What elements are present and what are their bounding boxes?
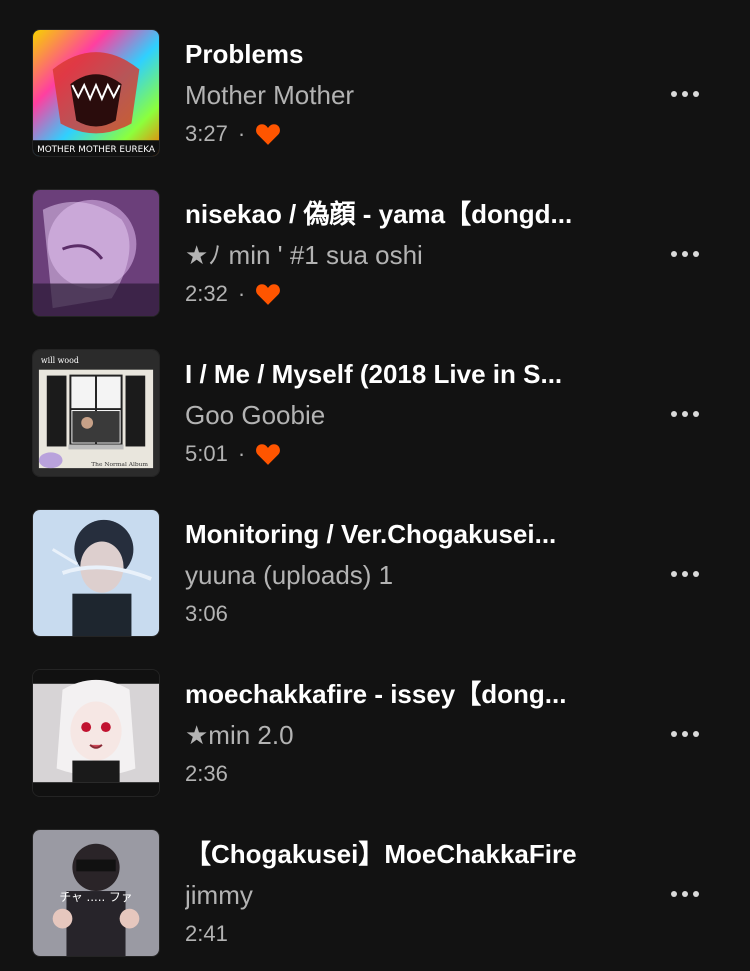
album-art-image — [33, 190, 159, 316]
more-options-icon — [671, 411, 677, 417]
track-title[interactable]: 【Chogakusei】MoeChakkaFire — [185, 838, 635, 870]
track-row[interactable]: moechakkafire - issey【dong... ★min 2.0 2… — [0, 640, 750, 800]
album-art-text: will wood — [41, 356, 79, 365]
separator-dot: · — [237, 121, 246, 146]
track-meta: 5:01 · — [185, 438, 281, 470]
track-meta: 3:27 · — [185, 118, 281, 150]
track-title[interactable]: Monitoring / Ver.Chogakusei... — [185, 518, 635, 550]
more-options-icon — [671, 891, 677, 897]
album-art-image — [33, 510, 159, 636]
heart-icon[interactable] — [255, 282, 281, 306]
more-options-button[interactable] — [664, 878, 706, 910]
separator-dot: · — [237, 281, 246, 306]
more-options-icon — [671, 91, 677, 97]
track-duration: 3:27 — [185, 121, 228, 146]
album-art-text: MOTHER MOTHER EUREKA — [37, 145, 155, 155]
album-art-image: will wood The Normal Album — [33, 350, 159, 476]
track-artist[interactable]: ★ﾉ min ' #1 sua oshi — [185, 239, 635, 271]
track-row[interactable]: MOTHER MOTHER EUREKA Problems Mother Mot… — [0, 0, 750, 160]
track-artist[interactable]: jimmy — [185, 879, 635, 911]
track-meta: 2:32 · — [185, 278, 281, 310]
track-artist[interactable]: ★min 2.0 — [185, 719, 635, 751]
track-row[interactable]: will wood The Normal Album I / Me / Myse… — [0, 320, 750, 480]
album-art-image: チャ ..... ファ — [33, 830, 159, 956]
album-art[interactable]: MOTHER MOTHER EUREKA — [32, 29, 160, 157]
track-title[interactable]: moechakkafire - issey【dong... — [185, 678, 635, 710]
more-options-icon — [671, 731, 677, 737]
track-meta: 3:06 — [185, 598, 228, 630]
track-artist[interactable]: yuuna (uploads) 1 — [185, 559, 635, 591]
separator-dot: · — [237, 441, 246, 466]
album-art[interactable]: チャ ..... ファ — [32, 829, 160, 957]
track-list: MOTHER MOTHER EUREKA Problems Mother Mot… — [0, 0, 750, 971]
track-duration: 2:41 — [185, 921, 228, 946]
album-art-text: チャ ..... ファ — [59, 890, 132, 904]
track-duration: 2:32 — [185, 281, 228, 306]
track-row[interactable]: Monitoring / Ver.Chogakusei... yuuna (up… — [0, 480, 750, 640]
track-duration: 3:06 — [185, 601, 228, 626]
heart-icon[interactable] — [255, 122, 281, 146]
track-artist[interactable]: Goo Goobie — [185, 399, 635, 431]
track-title[interactable]: I / Me / Myself (2018 Live in S... — [185, 358, 635, 390]
album-art[interactable]: will wood The Normal Album — [32, 349, 160, 477]
more-options-icon — [671, 251, 677, 257]
more-options-button[interactable] — [664, 238, 706, 270]
track-duration: 2:36 — [185, 761, 228, 786]
more-options-button[interactable] — [664, 398, 706, 430]
track-title[interactable]: Problems — [185, 38, 635, 70]
more-options-button[interactable] — [664, 558, 706, 590]
track-row[interactable]: チャ ..... ファ 【Chogakusei】MoeChakkaFire ji… — [0, 800, 750, 960]
album-art-image — [33, 670, 159, 796]
track-meta: 2:36 — [185, 758, 228, 790]
album-art[interactable] — [32, 189, 160, 317]
album-art-text: The Normal Album — [91, 462, 148, 468]
track-duration: 5:01 — [185, 441, 228, 466]
more-options-icon — [671, 571, 677, 577]
heart-icon[interactable] — [255, 442, 281, 466]
album-art-image: MOTHER MOTHER EUREKA — [33, 30, 159, 156]
track-row[interactable]: nisekao / 偽顔 - yama【dongd... ★ﾉ min ' #1… — [0, 160, 750, 320]
track-title[interactable]: nisekao / 偽顔 - yama【dongd... — [185, 198, 635, 230]
album-art[interactable] — [32, 669, 160, 797]
more-options-button[interactable] — [664, 78, 706, 110]
track-artist[interactable]: Mother Mother — [185, 79, 635, 111]
track-meta: 2:41 — [185, 918, 228, 950]
album-art[interactable] — [32, 509, 160, 637]
more-options-button[interactable] — [664, 718, 706, 750]
